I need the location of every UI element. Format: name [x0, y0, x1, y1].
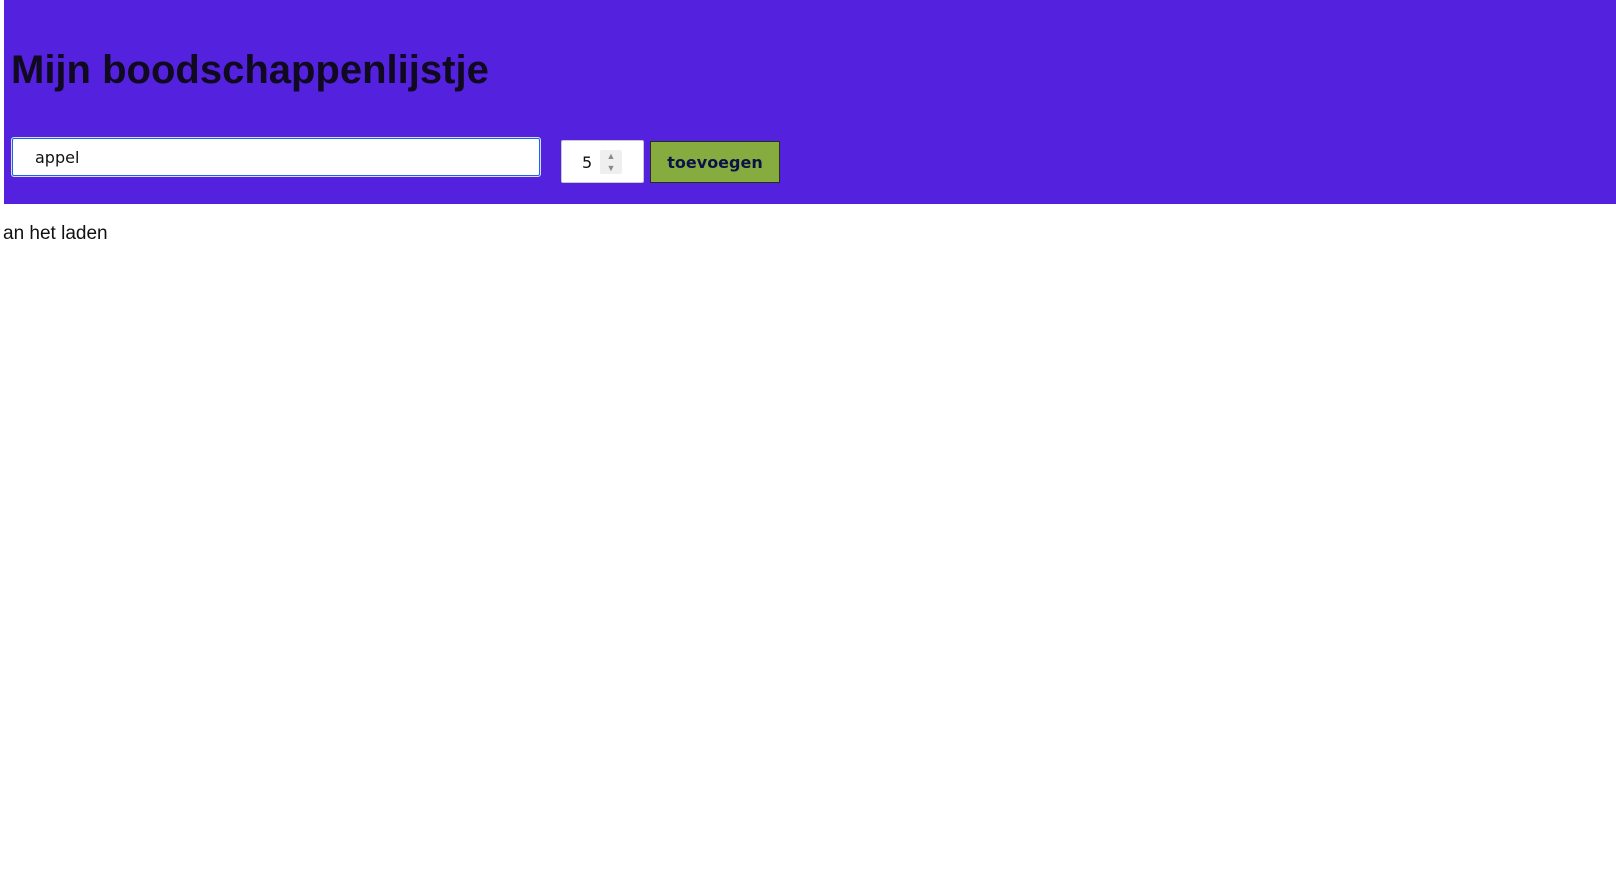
item-name-input[interactable]	[11, 137, 541, 177]
quantity-stepper[interactable]: 5 ▲ ▼	[561, 140, 644, 183]
chevron-up-icon[interactable]: ▲	[600, 150, 622, 162]
stepper-buttons[interactable]: ▲ ▼	[600, 150, 622, 174]
add-button[interactable]: toevoegen	[650, 141, 780, 183]
loading-status-text: an het laden	[3, 223, 108, 244]
page-title: Mijn boodschappenlijstje	[11, 48, 489, 92]
quantity-value[interactable]: 5	[582, 153, 592, 172]
chevron-down-icon[interactable]: ▼	[600, 162, 622, 174]
header-bar: Mijn boodschappenlijstje	[4, 0, 1616, 204]
